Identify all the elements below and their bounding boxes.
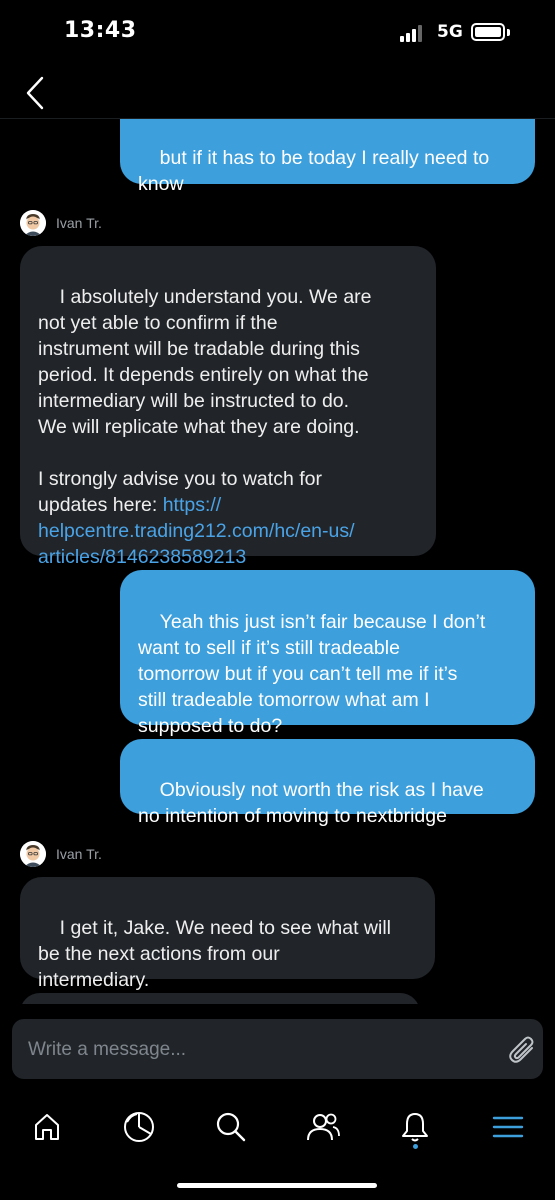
sender-name: Ivan Tr.: [56, 846, 102, 862]
chevron-left-icon: [26, 76, 44, 110]
home-indicator[interactable]: [177, 1183, 377, 1188]
battery-icon: [471, 23, 505, 41]
tab-menu[interactable]: [483, 1102, 533, 1152]
outgoing-message: but if it has to be today I really need …: [120, 119, 535, 195]
message-text: I get it, Jake. We need to see what will…: [38, 917, 391, 991]
search-icon: [216, 1112, 246, 1142]
sender-name: Ivan Tr.: [56, 215, 102, 231]
incoming-message-partial: [20, 993, 420, 1004]
chat-header: [0, 64, 555, 119]
outgoing-message: Yeah this just isn’t fair because I don’…: [120, 570, 535, 737]
message-text: I absolutely understand you. We are not …: [38, 286, 372, 516]
message-list[interactable]: but if it has to be today I really need …: [0, 119, 555, 1004]
message-sender: Ivan Tr.: [20, 210, 102, 236]
avatar: [20, 210, 46, 236]
menu-icon: [492, 1116, 524, 1138]
status-bar: 13:43 5G: [0, 0, 555, 64]
incoming-message: I get it, Jake. We need to see what will…: [20, 877, 435, 991]
message-text: Yeah this just isn’t fair because I don’…: [138, 611, 486, 737]
portfolio-pie-icon: [124, 1112, 154, 1142]
community-icon: [307, 1113, 340, 1141]
message-input[interactable]: [26, 1033, 490, 1067]
signal-icon: [400, 24, 428, 42]
avatar: [20, 841, 46, 867]
notifications-bell-icon: [402, 1113, 428, 1142]
active-indicator-dot: [413, 1144, 418, 1149]
message-text: but if it has to be today I really need …: [138, 147, 490, 195]
outgoing-message: Obviously not worth the risk as I have n…: [120, 739, 535, 827]
tab-search[interactable]: [206, 1102, 256, 1152]
incoming-message: I absolutely understand you. We are not …: [20, 246, 436, 568]
paperclip-icon: [509, 1036, 534, 1063]
message-composer: [12, 1019, 543, 1079]
tab-portfolio[interactable]: [114, 1102, 164, 1152]
attach-button[interactable]: [506, 1033, 540, 1067]
status-time: 13:43: [64, 18, 137, 43]
home-icon: [35, 1114, 59, 1140]
back-button[interactable]: [18, 72, 58, 112]
tab-home[interactable]: [22, 1102, 72, 1152]
message-sender: Ivan Tr.: [20, 841, 102, 867]
message-text: Obviously not worth the risk as I have n…: [138, 779, 484, 827]
battery-tip: [507, 29, 510, 36]
tab-community[interactable]: [298, 1102, 348, 1152]
bottom-navigation: [0, 1092, 555, 1162]
network-type: 5G: [437, 22, 463, 42]
